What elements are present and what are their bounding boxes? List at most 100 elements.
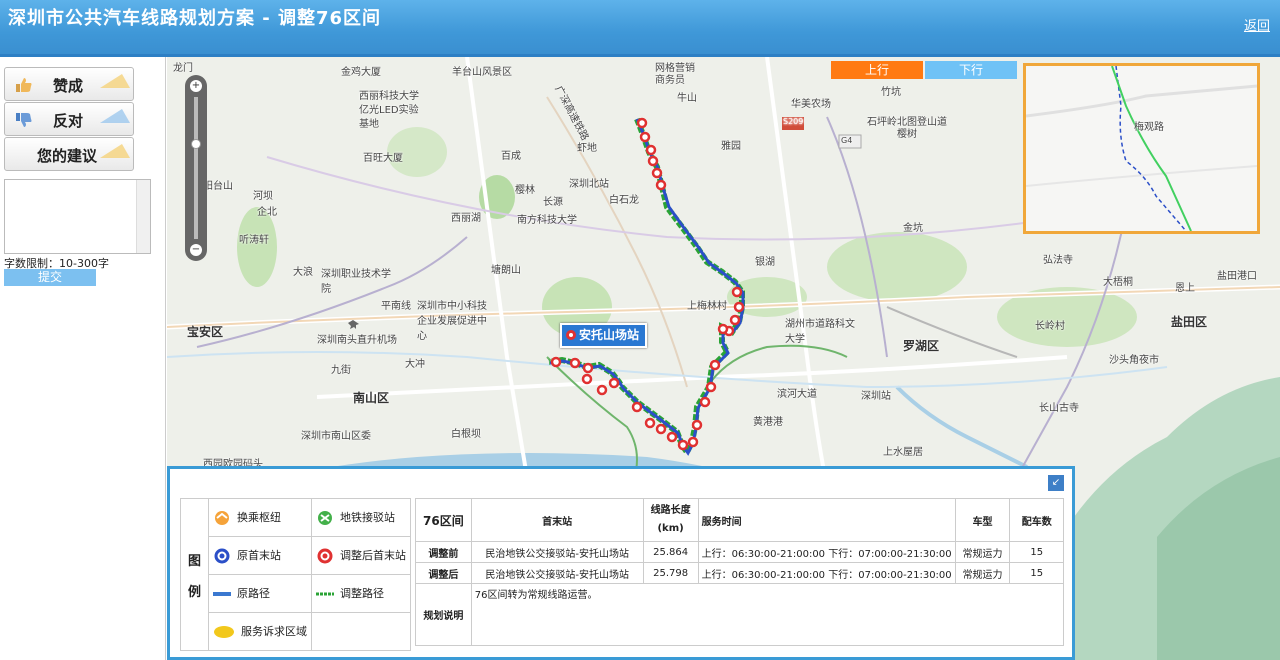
legend-item: 地铁接驳站 [311,498,411,537]
route-info-table: 76区间 首末站 线路长度(km) 服务时间 车型 配车数 调整前 民治地铁公交… [415,498,1065,646]
table-row: 调整后 民治地铁公交接驳站-安托山场站 25.798 上行：06:30:00-2… [415,562,1064,584]
suggestion-textarea[interactable] [4,179,151,254]
oppose-label: 反对 [53,112,84,130]
map-label: 商务员 [655,75,685,86]
table-header-row: 76区间 首末站 线路长度(km) 服务时间 车型 配车数 [415,498,1064,542]
submit-button[interactable]: 提交 [4,269,96,286]
adjusted-terminal-icon [317,548,333,564]
map-label: 白石龙 [609,195,639,206]
map-label: 阳台山 [203,181,233,192]
map-label: 樱树 [897,129,917,140]
map-label: 黄港港 [753,417,783,428]
route-info-panel: ↙ 图 例 换乘枢纽 地铁接驳站 原首末站 调整后首末站 原路径 调整路径 服务… [167,466,1075,660]
suggest-button[interactable]: 您的建议 [4,137,134,171]
agree-button[interactable]: 赞成 [4,67,134,101]
map-label: 深圳市中小科技企业发展促进中心 [417,301,487,342]
table-cell: 15 [1009,562,1064,584]
map-label: 深圳站 [861,391,891,402]
map-label: 虾地 [577,143,597,154]
map-label: 深圳北站 [569,179,609,190]
thumbs-up-icon [16,78,32,92]
map-label: 上水屋居 [883,447,923,458]
transfer-hub-icon [215,511,229,525]
oppose-button[interactable]: 反对 [4,102,134,136]
map-label: 百旺大厦 [363,153,403,164]
tab-up-direction[interactable]: 上行 [831,61,923,79]
legend-item: 换乘枢纽 [208,498,312,537]
adjusted-path-icon [316,592,334,596]
legend-item: 原路径 [208,574,312,613]
terminal-stop-icon [566,330,576,340]
map-label-district: 盐田区 [1171,315,1208,329]
map-label-district: 罗湖区 [903,339,940,353]
map-label: 深圳职业技术学院 [321,269,391,295]
original-path-icon [213,592,231,596]
overview-inset[interactable]: 梅观路 [1023,63,1260,234]
map-label: 盐田港口 [1217,271,1257,282]
textarea-scrollbar[interactable] [136,180,150,253]
map-label: 河坝 [253,191,273,202]
map-label: 亿光LED实验 [359,105,419,116]
map-label: 大梧桐 [1103,277,1133,288]
decor-triangle [100,144,130,158]
map-label: 白根坝 [451,429,481,440]
table-cell: 上行：06:30:00-21:00:00 下行：07:00:00-21:30:0… [697,541,956,563]
table-header: 76区间 [415,498,472,542]
map-label: G4 [841,136,853,145]
zoom-control[interactable]: + − [185,75,207,261]
decor-triangle [100,109,130,123]
legend-empty-cell [311,612,411,651]
map-label: 深圳市南山区委 [301,431,371,442]
map-label: 金鸡大厦 [341,67,381,78]
map-label: 滨河大道 [777,389,817,400]
map-label: 九街 [331,365,351,376]
back-link[interactable]: 返回 [1244,15,1270,34]
table-cell: 上行：06:30:00-21:00:00 下行：07:00:00-21:30:0… [697,562,956,584]
map-label: 南方科技大学 [517,215,577,226]
legend-table: 图 例 换乘枢纽 地铁接驳站 原首末站 调整后首末站 原路径 调整路径 服务诉求… [180,498,411,651]
map-label: 百成 [501,151,521,162]
table-cell: 调整前 [415,541,472,563]
zoom-slider-handle[interactable] [191,139,201,149]
map-label: 牛山 [677,93,697,104]
collapse-icon[interactable]: ↙ [1048,475,1064,491]
decor-triangle [100,74,130,88]
map-label-district: 宝安区 [187,325,224,339]
map-label: S209 [783,117,804,126]
map-label: 樱林 [515,185,535,196]
zoom-slider-track[interactable] [194,97,198,239]
legend-title-char: 图 [187,553,201,569]
map-label: 金坑 [903,223,923,234]
table-header: 服务时间 [697,498,956,542]
page-title: 深圳市公共汽车线路规划方案 - 调整76区间 [8,8,382,29]
table-cell: 25.864 [642,541,699,563]
terminal-stop-tag[interactable]: 安托山场站 [560,323,648,348]
zoom-out-icon[interactable]: − [190,244,202,256]
map-label: 恩上 [1175,283,1195,294]
table-cell: 15 [1009,541,1064,563]
map-label: 大浪 [293,267,313,278]
original-terminal-icon [214,548,230,564]
map-label: 沙头角夜市 [1109,355,1159,366]
service-area-icon [214,626,234,638]
table-cell: 25.798 [642,562,699,584]
terminal-stop-label: 安托山场站 [579,328,640,342]
map-label: 长源 [543,197,563,208]
map-label: 听涛轩 [239,235,269,246]
inset-map [1026,66,1257,231]
map-label-district: 南山区 [353,391,390,405]
map-label: 龙门 [173,63,193,74]
map-label: 雅园 [721,141,741,152]
map-label: 基地 [359,119,379,130]
legend-item: 原首末站 [208,536,312,575]
table-cell: 常规运力 [954,562,1011,584]
map-label: 西丽湖 [451,213,481,224]
inset-road-label: 梅观路 [1134,122,1164,133]
map-label: 上梅林村 [687,301,727,312]
table-header: 首末站 [470,498,644,542]
table-row: 规划说明 76区间转为常规线路运营。 [415,583,1065,646]
zoom-in-icon[interactable]: + [190,80,202,92]
map-label: 长山古寺 [1039,403,1079,414]
map-label: 西丽科技大学 [359,91,419,102]
tab-down-direction[interactable]: 下行 [925,61,1017,79]
